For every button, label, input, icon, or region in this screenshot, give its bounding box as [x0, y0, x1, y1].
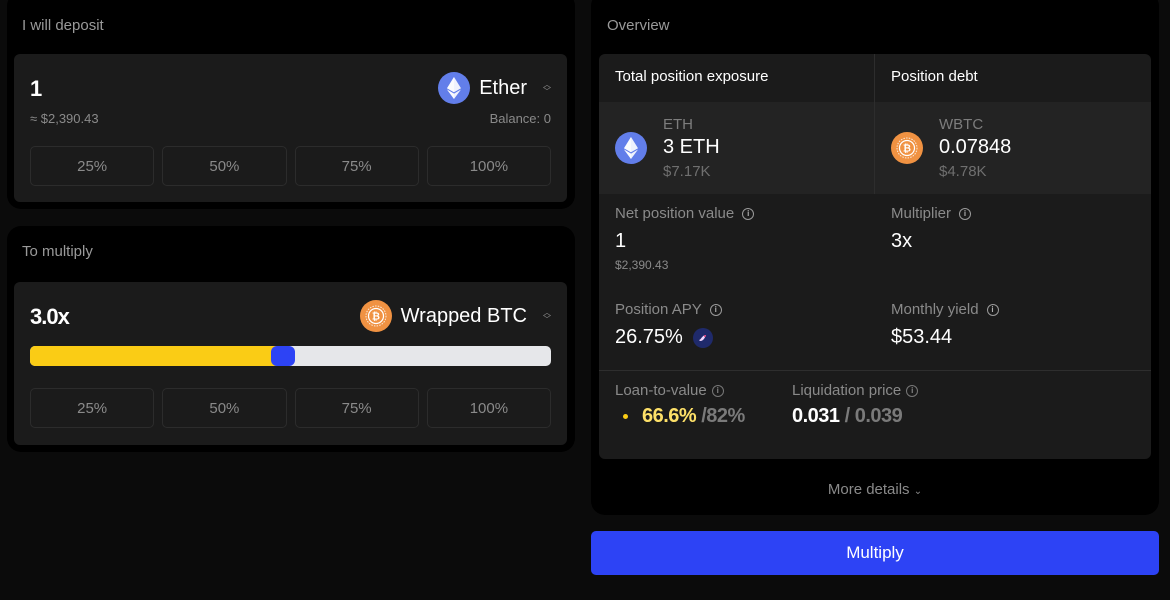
debt-amount: 0.07848 — [939, 136, 1012, 158]
chevron-up-down-icon: ︿ ﹀ — [543, 80, 551, 96]
debt-usd: $4.78K — [939, 163, 987, 180]
overview-assets-row: ETH 3 ETH $7.17K ₿ WBTC 0.07848 $4.78K — [599, 102, 1151, 194]
liquidation-current: 0.031 — [792, 405, 840, 427]
eth-icon — [438, 72, 471, 104]
chevron-up-down-icon: ︿ ﹀ — [543, 308, 551, 324]
net-position-usd: $2,390.43 — [615, 258, 669, 272]
multiply-token-name: Wrapped BTC — [400, 304, 527, 327]
overview-card: Total position exposure Position debt ET… — [599, 54, 1151, 459]
debt-symbol: WBTC — [939, 116, 984, 133]
multiplier-label: Multiplier — [891, 205, 952, 222]
info-icon[interactable]: i — [959, 207, 972, 220]
eth-icon — [615, 132, 647, 164]
multiply-button[interactable]: Multiply — [591, 531, 1159, 575]
multiplier-slider[interactable] — [30, 346, 551, 366]
apy-label: Position APY — [615, 301, 702, 318]
more-details-toggle[interactable]: More details ⌄ — [591, 481, 1159, 498]
deposit-usd-value: ≈ $2,390.43 — [30, 111, 99, 126]
deposit-panel: I will deposit 1 Ether ︿ ﹀ ≈ $2,390.43 Ba… — [7, 0, 575, 209]
multiply-100-button[interactable]: 100% — [426, 388, 551, 428]
overview-panel: Overview Total position exposure Positio… — [591, 0, 1159, 515]
multiply-title: To multiply — [22, 243, 93, 260]
debt-header: Position debt — [891, 68, 978, 85]
deposit-balance: Balance: 0 — [489, 111, 551, 126]
overview-header-row: Total position exposure Position debt — [599, 54, 1151, 102]
info-icon[interactable]: i — [986, 303, 999, 316]
deposit-token-name: Ether — [479, 76, 527, 99]
info-icon[interactable]: i — [742, 207, 755, 220]
deposit-title: I will deposit — [22, 17, 104, 34]
net-position-value: 1 — [615, 230, 627, 252]
multiplier-value: 3.0x — [30, 304, 70, 329]
exposure-asset: ETH 3 ETH $7.17K — [599, 102, 875, 194]
multiply-panel: To multiply 3.0x ₿ Wrapped BTC ︿ ﹀ 25% 50… — [7, 226, 575, 452]
svg-text:₿: ₿ — [903, 143, 911, 155]
deposit-token-select[interactable]: Ether ︿ ﹀ — [438, 72, 553, 104]
multiply-percent-row: 25% 50% 75% 100% — [30, 388, 551, 428]
multiply-card: 3.0x ₿ Wrapped BTC ︿ ﹀ 25% 50% 75% 100% — [14, 282, 567, 445]
deposit-75-button[interactable]: 75% — [294, 146, 419, 186]
monthly-yield-label: Monthly yield — [891, 301, 979, 318]
info-icon[interactable]: i — [906, 384, 919, 397]
liquidation-separator: / — [839, 405, 855, 427]
slider-thumb[interactable] — [270, 346, 295, 366]
btc-icon: ₿ — [359, 300, 392, 332]
multiply-25-button[interactable]: 25% — [30, 388, 155, 428]
overview-divider — [599, 370, 1151, 371]
ltv-max: /82% — [701, 405, 745, 427]
exposure-symbol: ETH — [663, 116, 693, 133]
chevron-down-icon: ⌄ — [913, 486, 923, 497]
debt-asset: ₿ WBTC 0.07848 $4.78K — [875, 102, 1151, 194]
reward-token-icon[interactable] — [692, 327, 713, 348]
exposure-usd: $7.17K — [663, 163, 711, 180]
multiply-token-select[interactable]: ₿ Wrapped BTC ︿ ﹀ — [359, 300, 553, 332]
ltv-metric: Loan-to-value i 66.6% /82% — [615, 382, 745, 428]
info-icon[interactable]: i — [711, 384, 724, 397]
deposit-50-button[interactable]: 50% — [162, 146, 287, 186]
deposit-card: 1 Ether ︿ ﹀ ≈ $2,390.43 Balance: 0 25% 50… — [14, 54, 567, 202]
liquidation-threshold: 0.039 — [854, 405, 903, 427]
overview-title: Overview — [607, 17, 670, 34]
ltv-label: Loan-to-value — [615, 382, 707, 399]
svg-text:₿: ₿ — [372, 311, 380, 323]
deposit-percent-row: 25% 50% 75% 100% — [30, 146, 551, 186]
ltv-current: 66.6% — [642, 405, 697, 427]
deposit-amount-input[interactable]: 1 — [30, 76, 42, 102]
exposure-header: Total position exposure — [599, 54, 875, 102]
deposit-25-button[interactable]: 25% — [30, 146, 155, 186]
multiplier-metric: Multiplier i 3x — [891, 205, 972, 253]
multiplier-metric-value: 3x — [891, 230, 913, 252]
multiply-50-button[interactable]: 50% — [162, 388, 287, 428]
btc-icon: ₿ — [891, 132, 923, 164]
monthly-yield-metric: Monthly yield i $53.44 — [891, 301, 999, 349]
net-position-label: Net position value — [615, 205, 735, 222]
deposit-100-button[interactable]: 100% — [426, 146, 551, 186]
slider-fill — [30, 346, 283, 366]
apy-metric: Position APY i 26.75% — [615, 301, 722, 349]
apy-value: 26.75% — [615, 326, 683, 348]
monthly-yield-value: $53.44 — [891, 326, 953, 348]
net-position-metric: Net position value i 1 $2,390.43 — [615, 205, 755, 272]
exposure-amount: 3 ETH — [663, 136, 720, 158]
info-icon[interactable]: i — [709, 303, 722, 316]
liquidation-metric: Liquidation price i 0.031 / 0.039 — [792, 382, 919, 428]
liquidation-label: Liquidation price — [792, 382, 902, 399]
more-details-label: More details — [827, 481, 910, 498]
multiply-75-button[interactable]: 75% — [294, 388, 419, 428]
ltv-status-dot — [623, 414, 628, 419]
